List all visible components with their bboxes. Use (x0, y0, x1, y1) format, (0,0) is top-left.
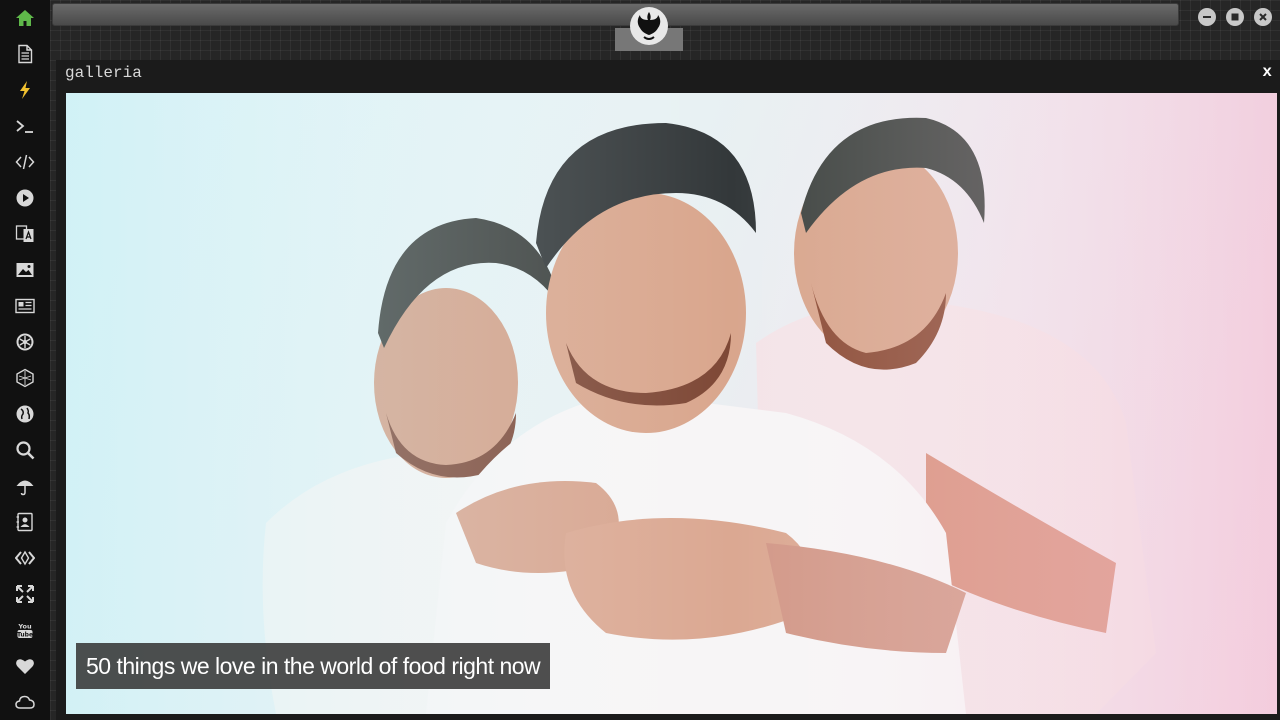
window-title: galleria (65, 64, 142, 82)
heart-icon[interactable] (13, 654, 37, 678)
globe-icon[interactable] (13, 402, 37, 426)
close-app-button[interactable] (1254, 8, 1272, 26)
maximize-button[interactable] (1226, 8, 1244, 26)
window-close-button[interactable]: x (1262, 63, 1272, 81)
address-bar[interactable] (52, 3, 1179, 26)
cloud-icon[interactable] (13, 690, 37, 714)
lightning-icon[interactable] (13, 78, 37, 102)
rebel-logo-icon[interactable] (630, 7, 668, 45)
fullscreen-icon[interactable] (13, 582, 37, 606)
search-icon[interactable] (13, 438, 37, 462)
code-icon[interactable] (13, 150, 37, 174)
gallery-window: galleria x 50 things we love in the worl… (56, 60, 1280, 720)
minimize-button[interactable] (1198, 8, 1216, 26)
sidebar: You Tube (0, 0, 50, 720)
umbrella-icon[interactable] (13, 474, 37, 498)
home-icon[interactable] (13, 6, 37, 30)
play-icon[interactable] (13, 186, 37, 210)
photo-illustration (66, 93, 1277, 714)
hexagon-icon[interactable] (13, 366, 37, 390)
image-icon[interactable] (13, 258, 37, 282)
svg-text:You: You (17, 623, 32, 631)
document-icon[interactable] (13, 42, 37, 66)
embed-code-icon[interactable] (13, 546, 37, 570)
photo-caption: 50 things we love in the world of food r… (76, 643, 551, 689)
contacts-icon[interactable] (13, 510, 37, 534)
translate-icon[interactable] (13, 222, 37, 246)
settings-icon[interactable] (13, 330, 37, 354)
youtube-icon[interactable]: You Tube (13, 618, 37, 642)
svg-text:Tube: Tube (17, 632, 33, 639)
news-icon[interactable] (13, 294, 37, 318)
gallery-photo[interactable]: 50 things we love in the world of food r… (66, 93, 1277, 714)
terminal-icon[interactable] (13, 114, 37, 138)
